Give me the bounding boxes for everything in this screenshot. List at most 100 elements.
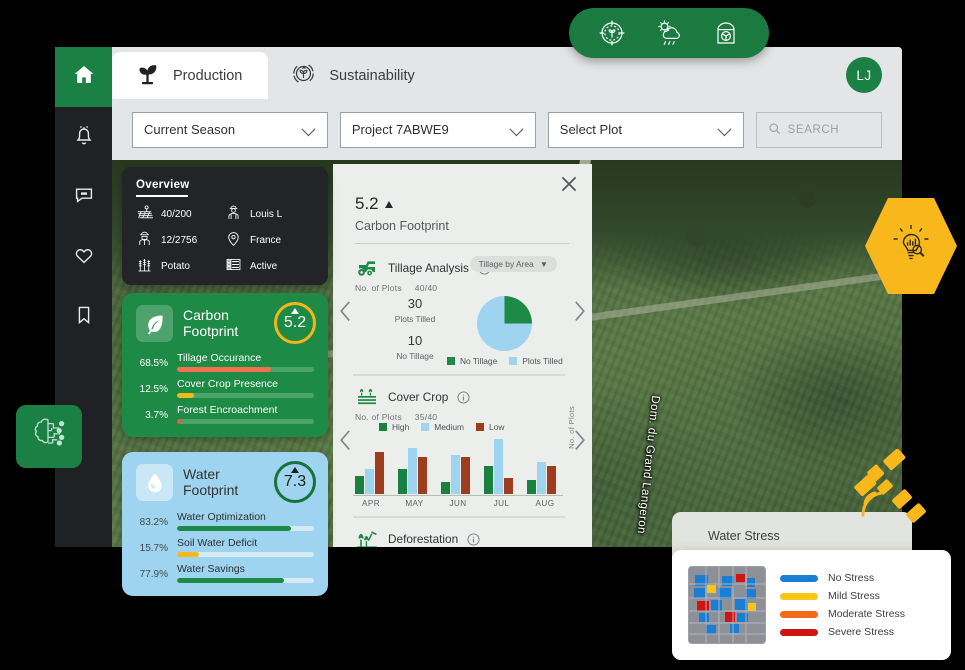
tillage-prev-arrow[interactable] (339, 300, 352, 322)
fertilizer-icon[interactable] (709, 16, 743, 50)
tillage-view-dropdown[interactable]: Tillage by Area ▼ (469, 256, 557, 272)
tillage-pie-chart (477, 296, 532, 351)
crop-icon (136, 256, 153, 276)
checklist-icon (225, 256, 242, 276)
section-title: Cover Crop (388, 390, 449, 404)
metric-label: Cover Crop Presence (177, 378, 278, 390)
legend-label: No Tillage (460, 356, 498, 366)
detail-divider (355, 243, 569, 244)
cover-crop-icon (355, 385, 379, 409)
plot-select[interactable]: Select Plot (547, 111, 744, 148)
kpi-metrics: 68.5% Tillage Occurance 12.5% Cover Crop… (136, 352, 314, 424)
metric-label: Tillage Occurance (177, 352, 262, 364)
kpi-card-carbon-footprint[interactable]: Carbon Footprint 5.2 68.5% Tillage Occur… (122, 293, 328, 437)
metric-fill (177, 552, 199, 557)
water-stress-title: Water Stress (708, 529, 780, 543)
worker-icon (136, 230, 153, 250)
metric-pct: 83.2% (139, 517, 168, 528)
overview-grid: 40/200 Louis L 12/2756 France Potato Act… (136, 204, 314, 276)
close-icon[interactable] (560, 175, 578, 193)
bar-group (398, 447, 432, 494)
legend-label: No Stress (828, 572, 875, 584)
overview-value: Potato (161, 260, 190, 272)
overview-row-country: France (225, 230, 314, 250)
bar-medium (365, 469, 374, 494)
tillage-next-arrow[interactable] (573, 300, 586, 322)
legend-swatch (476, 423, 485, 431)
x-tick-label: JUN (449, 499, 467, 508)
kpi-card-water-footprint[interactable]: Water Footprint 7.3 83.2% Water Optimiza… (122, 452, 328, 596)
sidebar (55, 47, 112, 547)
x-tick-label: APR (361, 499, 381, 508)
tab-production-label: Production (173, 67, 243, 84)
cover-crop-next-arrow[interactable] (573, 429, 586, 451)
bar-medium (537, 462, 546, 494)
overview-row-crop: Potato (136, 256, 225, 276)
info-icon[interactable] (457, 390, 470, 404)
section-header: Cover Crop (355, 385, 565, 409)
legend-label: Medium (434, 422, 465, 432)
sidebar-item-notifications[interactable] (55, 107, 112, 167)
tab-sustainability[interactable]: Sustainability (268, 52, 441, 99)
metric-row: 83.2% Water Optimization (136, 511, 314, 531)
sidebar-item-home[interactable] (55, 47, 112, 107)
detail-panel: 5.2 Carbon Footprint Tillage Analysis Ti… (333, 164, 592, 547)
overview-value: Active (250, 260, 278, 272)
kpi-metrics: 83.2% Water Optimization 15.7% Soil Wate… (136, 511, 314, 583)
bar-high (527, 479, 536, 494)
metric-row: 68.5% Tillage Occurance (136, 352, 314, 372)
sidebar-item-bookmarks[interactable] (55, 287, 112, 347)
overview-title: Overview (136, 179, 190, 191)
kpi-score-badge: 5.2 (274, 302, 316, 344)
info-icon[interactable] (467, 532, 480, 546)
metric-pct: 15.7% (139, 543, 168, 554)
ai-assistant-badge[interactable] (16, 405, 82, 468)
metric-fill (177, 578, 284, 583)
tillage-view-dropdown-label: Tillage by Area (478, 259, 534, 269)
sidebar-item-favorites[interactable] (55, 227, 112, 287)
satellite-icon (851, 448, 933, 535)
metric-label: Forest Encroachment (177, 404, 278, 416)
weather-icon[interactable] (652, 16, 686, 50)
cover-crop-x-labels: APR MAY JUN JUL AUG (353, 499, 563, 508)
overview-value: 40/200 (161, 208, 192, 220)
trend-up-icon (384, 200, 393, 208)
search-input[interactable]: SEARCH (755, 111, 883, 148)
chevron-down-icon (301, 125, 316, 136)
section-tillage: Tillage Analysis Tillage by Area ▼ No. o… (355, 256, 573, 293)
overview-card: Overview 40/200 Louis L 12/2756 France P… (122, 167, 328, 285)
bar-group (355, 451, 389, 494)
water-stress-thumbnail[interactable] (688, 566, 766, 644)
metric-fill (177, 367, 271, 372)
project-select[interactable]: Project 7ABWE9 (339, 111, 536, 148)
tab-production[interactable]: Production (112, 52, 269, 99)
satellite-badge (851, 448, 933, 531)
crop-scouting-icon[interactable] (595, 16, 629, 50)
sidebar-item-messages[interactable] (55, 167, 112, 227)
bar-low (418, 456, 427, 494)
metric-pct: 3.7% (145, 410, 168, 421)
tillage-stat-label: Plots Tilled (394, 314, 436, 324)
section-header: Tillage Analysis Tillage by Area ▼ (355, 256, 573, 280)
legend-swatch (780, 592, 818, 600)
bar-medium (451, 455, 460, 494)
bar-medium (408, 447, 417, 494)
chevron-down-icon (717, 125, 732, 136)
season-select[interactable]: Current Season (132, 111, 328, 148)
cover-crop-prev-arrow[interactable] (339, 429, 352, 451)
tillage-stat-no-tillage: 10 No Tillage (375, 333, 455, 361)
legend-item: Severe Stress (780, 626, 905, 638)
legend-item: Plots Tilled (509, 356, 563, 366)
legend-item: No Tillage (447, 356, 497, 366)
metric-track (177, 367, 314, 372)
metric-track (177, 552, 314, 557)
bar-group (441, 455, 475, 494)
seedling-icon (134, 60, 161, 91)
field-icon (136, 204, 154, 224)
kpi-title-line1: Water (183, 465, 220, 482)
legend-item: High (379, 422, 409, 432)
kpi-title: Water Footprint (183, 465, 238, 498)
avatar[interactable]: LJ (846, 57, 882, 93)
legend-label: High (392, 422, 410, 432)
bar-high (355, 476, 364, 494)
